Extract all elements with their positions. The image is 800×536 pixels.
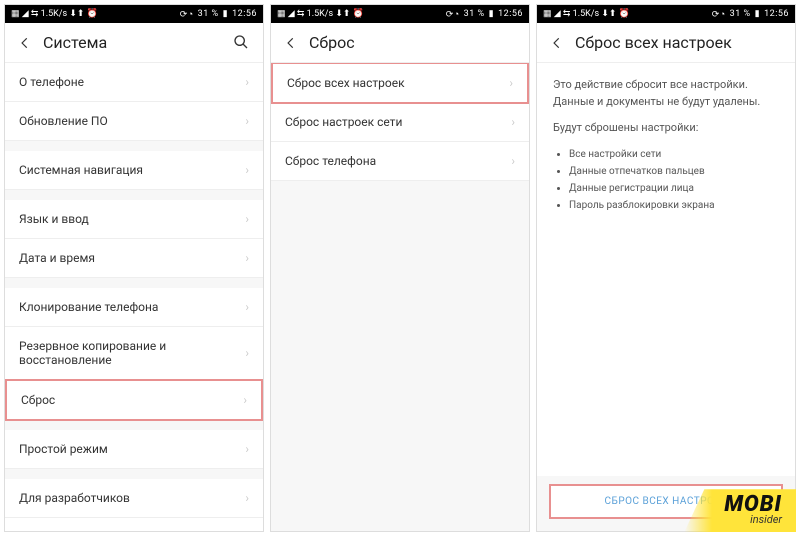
chevron-right-icon: ›	[245, 212, 249, 226]
row-reset-all-settings[interactable]: Сброс всех настроек›	[271, 63, 529, 104]
row-phone-clone[interactable]: Клонирование телефона›	[5, 288, 263, 327]
row-simple-mode[interactable]: Простой режим›	[5, 430, 263, 469]
chevron-right-icon: ›	[245, 530, 249, 531]
status-bar: ▦ ◢ ⇆ 1.5K/s ⬇⬆ ⏰ ⟳◔ 31 % ▮ 12:56	[5, 5, 263, 23]
time-text: 12:56	[764, 9, 789, 19]
row-developer-options[interactable]: Для разработчиков›	[5, 479, 263, 518]
desc-text-2: Будут сброшены настройки:	[553, 120, 779, 137]
battery-shape: ▮	[489, 9, 494, 19]
reset-list: Сброс всех настроек› Сброс настроек сети…	[271, 63, 529, 531]
chevron-right-icon: ›	[245, 442, 249, 456]
row-cert-logos[interactable]: Логотипы сертификатов›	[5, 518, 263, 531]
chevron-right-icon: ›	[509, 76, 513, 90]
battery-icon: ⟳◔	[712, 9, 726, 20]
bullet-item: Данные регистрации лица	[569, 181, 779, 196]
page-title: Сброс	[309, 33, 517, 52]
header: Сброс всех настроек	[537, 23, 795, 63]
time-text: 12:56	[232, 9, 257, 19]
bullet-item: Пароль разблокировки экрана	[569, 198, 779, 213]
chevron-right-icon: ›	[245, 491, 249, 505]
back-icon[interactable]	[283, 35, 299, 51]
chevron-right-icon: ›	[245, 75, 249, 89]
battery-icon: ⟳◔	[446, 9, 460, 20]
chevron-right-icon: ›	[511, 154, 515, 168]
row-software-update[interactable]: Обновление ПО›	[5, 102, 263, 141]
chevron-right-icon: ›	[245, 346, 249, 360]
battery-shape: ▮	[223, 9, 228, 19]
header: Система	[5, 23, 263, 63]
back-icon[interactable]	[17, 35, 33, 51]
battery-text: 31 %	[198, 9, 219, 19]
signal-icons: ▦ ◢ ⇆ 1.5K/s ⬇⬆ ⏰	[543, 9, 630, 19]
header: Сброс	[271, 23, 529, 63]
desc-text-1: Это действие сбросит все настройки. Данн…	[553, 77, 779, 110]
chevron-right-icon: ›	[245, 251, 249, 265]
row-date-time[interactable]: Дата и время›	[5, 239, 263, 278]
row-reset-phone[interactable]: Сброс телефона›	[271, 142, 529, 181]
battery-shape: ▮	[755, 9, 760, 19]
phone-screen-reset: ▦ ◢ ⇆ 1.5K/s ⬇⬆ ⏰ ⟳◔ 31 % ▮ 12:56 Сброс …	[270, 4, 530, 532]
reset-bullets: Все настройки сети Данные отпечатков пал…	[553, 147, 779, 213]
search-icon[interactable]	[233, 34, 251, 52]
chevron-right-icon: ›	[243, 393, 247, 407]
page-title: Система	[43, 33, 233, 52]
chevron-right-icon: ›	[511, 115, 515, 129]
battery-text: 31 %	[464, 9, 485, 19]
phone-screen-reset-all: ▦ ◢ ⇆ 1.5K/s ⬇⬆ ⏰ ⟳◔ 31 % ▮ 12:56 Сброс …	[536, 4, 796, 532]
row-language-input[interactable]: Язык и ввод›	[5, 200, 263, 239]
settings-list: О телефоне› Обновление ПО› Системная нав…	[5, 63, 263, 531]
signal-icons: ▦ ◢ ⇆ 1.5K/s ⬇⬆ ⏰	[11, 9, 98, 19]
status-bar: ▦ ◢ ⇆ 1.5K/s ⬇⬆ ⏰ ⟳◔ 31 % ▮ 12:56	[271, 5, 529, 23]
row-about-phone[interactable]: О телефоне›	[5, 63, 263, 102]
back-icon[interactable]	[549, 35, 565, 51]
battery-text: 31 %	[730, 9, 751, 19]
chevron-right-icon: ›	[245, 163, 249, 177]
bullet-item: Данные отпечатков пальцев	[569, 164, 779, 179]
phone-screen-system: ▦ ◢ ⇆ 1.5K/s ⬇⬆ ⏰ ⟳◔ 31 % ▮ 12:56 Систем…	[4, 4, 264, 532]
row-reset[interactable]: Сброс›	[5, 379, 263, 421]
status-bar: ▦ ◢ ⇆ 1.5K/s ⬇⬆ ⏰ ⟳◔ 31 % ▮ 12:56	[537, 5, 795, 23]
row-backup-restore[interactable]: Резервное копирование и восстановление›	[5, 327, 263, 380]
time-text: 12:56	[498, 9, 523, 19]
page-title: Сброс всех настроек	[575, 33, 783, 52]
reset-description: Это действие сбросит все настройки. Данн…	[537, 63, 795, 476]
row-reset-network[interactable]: Сброс настроек сети›	[271, 103, 529, 142]
chevron-right-icon: ›	[245, 300, 249, 314]
battery-icon: ⟳◔	[180, 9, 194, 20]
signal-icons: ▦ ◢ ⇆ 1.5K/s ⬇⬆ ⏰	[277, 9, 364, 19]
row-system-navigation[interactable]: Системная навигация›	[5, 151, 263, 190]
bullet-item: Все настройки сети	[569, 147, 779, 162]
chevron-right-icon: ›	[245, 114, 249, 128]
